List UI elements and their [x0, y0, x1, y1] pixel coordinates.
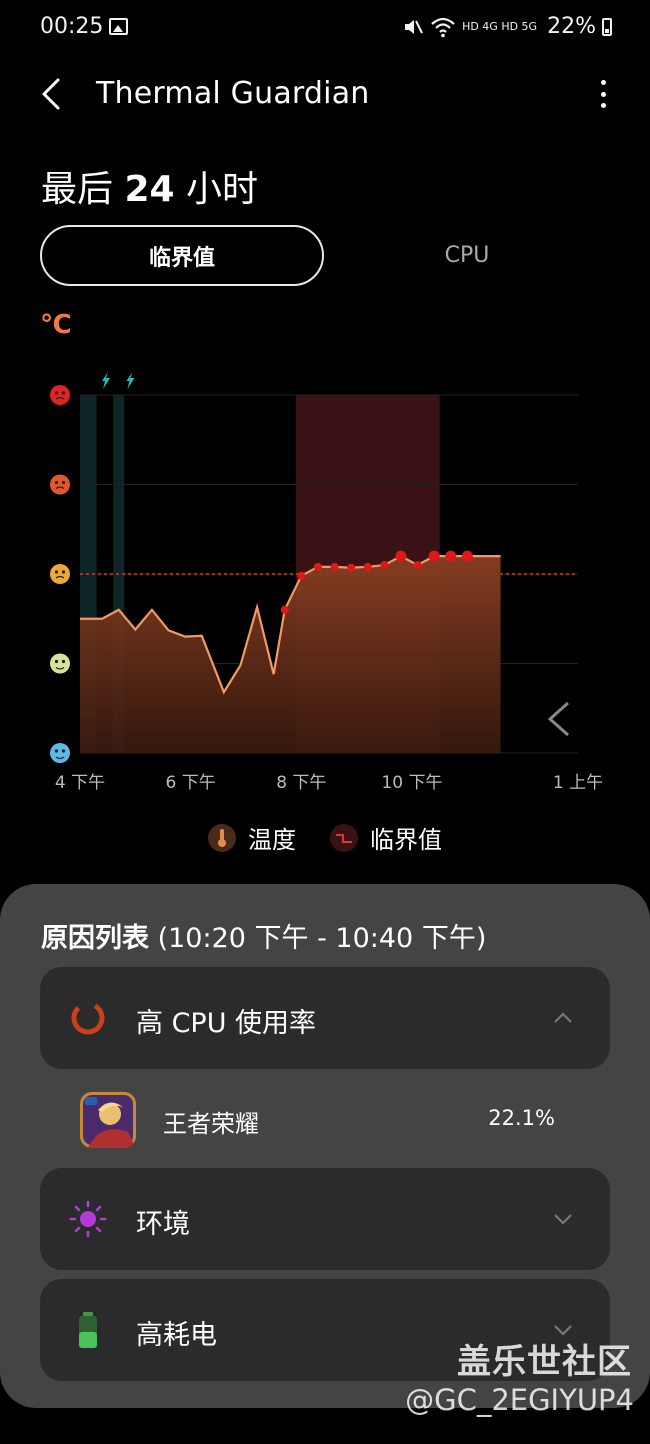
wifi-icon: [431, 17, 455, 37]
temperature-point: [330, 562, 339, 571]
temperature-point: [380, 561, 389, 570]
level-face-normal-icon: [50, 653, 70, 674]
face-eye: [61, 570, 66, 574]
chart-legend: 温度 临界值: [0, 820, 650, 855]
legend-label-temperature: 温度: [248, 826, 296, 854]
temperature-point: [280, 605, 289, 614]
tab-critical[interactable]: 临界值: [40, 225, 324, 286]
face-eye: [54, 570, 59, 574]
reason-card-cpu[interactable]: 高 CPU 使用率: [40, 967, 610, 1069]
face-eye: [54, 480, 59, 485]
page-title: Thermal Guardian: [96, 76, 370, 111]
legend-item-temperature: 温度: [208, 820, 296, 855]
level-face-very-hot-icon: [50, 385, 70, 405]
status-right-group: HD 4G HD 5G 22%: [402, 14, 612, 39]
reasons-sheet: 原因列表 (10:20 下午 - 10:40 下午) 高 CPU 使用率 王者荣…: [0, 884, 650, 1408]
dot-icon: [600, 80, 606, 85]
reason-label-environment: 环境: [136, 1209, 190, 1240]
period-prefix: 最后: [41, 169, 114, 210]
x-tick-label: 8 下午: [276, 773, 326, 793]
x-tick-label: 1 上午: [553, 773, 603, 793]
gallery-notification-icon: [109, 18, 128, 35]
x-tick-label: 10 下午: [381, 773, 442, 793]
chart-scroll-left-icon[interactable]: [547, 701, 569, 737]
app-bar: Thermal Guardian: [0, 60, 650, 130]
reasons-title: 原因列表 (10:20 下午 - 10:40 下午): [41, 916, 486, 955]
face-eye: [61, 480, 66, 485]
app-name: 王者荣耀: [163, 1110, 259, 1138]
level-face-warm-icon: [50, 564, 70, 584]
period-heading: 最后 24 小时: [41, 160, 258, 212]
watermark-user: @GC_2EGIYUP4: [405, 1383, 634, 1417]
temperature-chart: 4 下午 6 下午 8 下午 10 下午 1 上午: [50, 372, 603, 793]
back-button[interactable]: [34, 74, 74, 114]
dot-icon: [600, 91, 606, 97]
temperature-point: [461, 550, 473, 562]
dot-icon: [600, 103, 606, 108]
face-eye: [54, 749, 59, 753]
face-eye: [61, 659, 66, 664]
chevron-down-icon: [554, 1214, 572, 1225]
level-face-cool-icon: [50, 743, 70, 763]
battery-status-icon: [602, 17, 612, 36]
threshold-step-icon: [330, 823, 358, 852]
game-app-icon: [80, 1092, 136, 1148]
face-circle: [50, 564, 70, 584]
network-indicator: HD 4G HD 5G: [462, 20, 538, 33]
chevron-up-icon: [554, 1012, 572, 1023]
temperature-point: [395, 550, 407, 562]
tab-cpu[interactable]: CPU: [325, 225, 609, 286]
temperature-area: [80, 556, 501, 753]
reason-card-environment[interactable]: 环境: [40, 1168, 610, 1270]
temperature-unit: ℃: [40, 310, 72, 340]
thermometer-icon: [208, 823, 236, 852]
temperature-point: [413, 561, 422, 570]
battery-icon: [79, 1312, 97, 1348]
face-eye: [54, 391, 59, 395]
face-circle: [50, 743, 70, 763]
face-circle: [50, 653, 70, 674]
reasons-title-range: (10:20 下午 - 10:40 下午): [157, 923, 487, 954]
status-bar: 00:25 HD 4G HD 5G 22%: [0, 0, 650, 56]
charging-bolt-icon: [102, 372, 110, 389]
face-circle: [50, 385, 70, 405]
status-time: 00:25: [40, 14, 104, 39]
temperature-point: [347, 563, 356, 572]
face-eye: [54, 659, 59, 664]
period-suffix: 小时: [186, 169, 259, 210]
cpu-usage-ring-icon: [71, 1001, 105, 1035]
battery-percent: 22%: [547, 14, 596, 39]
legend-item-critical: 临界值: [330, 820, 442, 855]
more-options-button[interactable]: [594, 76, 612, 112]
temperature-point: [363, 562, 372, 571]
face-eye: [61, 749, 66, 753]
level-face-hot-icon: [50, 474, 70, 495]
temperature-point: [297, 571, 306, 580]
legend-label-critical: 临界值: [370, 826, 442, 854]
app-cpu-percent: 22.1%: [488, 1106, 555, 1130]
reasons-title-main: 原因列表: [41, 923, 149, 954]
temperature-point: [313, 562, 322, 571]
reason-label-cpu: 高 CPU 使用率: [136, 1008, 317, 1039]
x-tick-label: 4 下午: [55, 773, 105, 793]
temperature-point: [428, 550, 440, 562]
face-circle: [50, 474, 70, 495]
temperature-point: [445, 550, 457, 562]
list-item[interactable]: 王者荣耀 22.1%: [40, 1088, 610, 1158]
x-tick-label: 6 下午: [166, 773, 216, 793]
period-value: 24: [124, 169, 175, 210]
sun-icon: [69, 1200, 107, 1238]
charging-bolt-icon: [126, 372, 135, 389]
face-eye: [61, 391, 66, 395]
reason-label-power: 高耗电: [136, 1320, 217, 1351]
mute-icon: [405, 19, 423, 34]
watermark-community: 盖乐世社区: [457, 1342, 632, 1382]
